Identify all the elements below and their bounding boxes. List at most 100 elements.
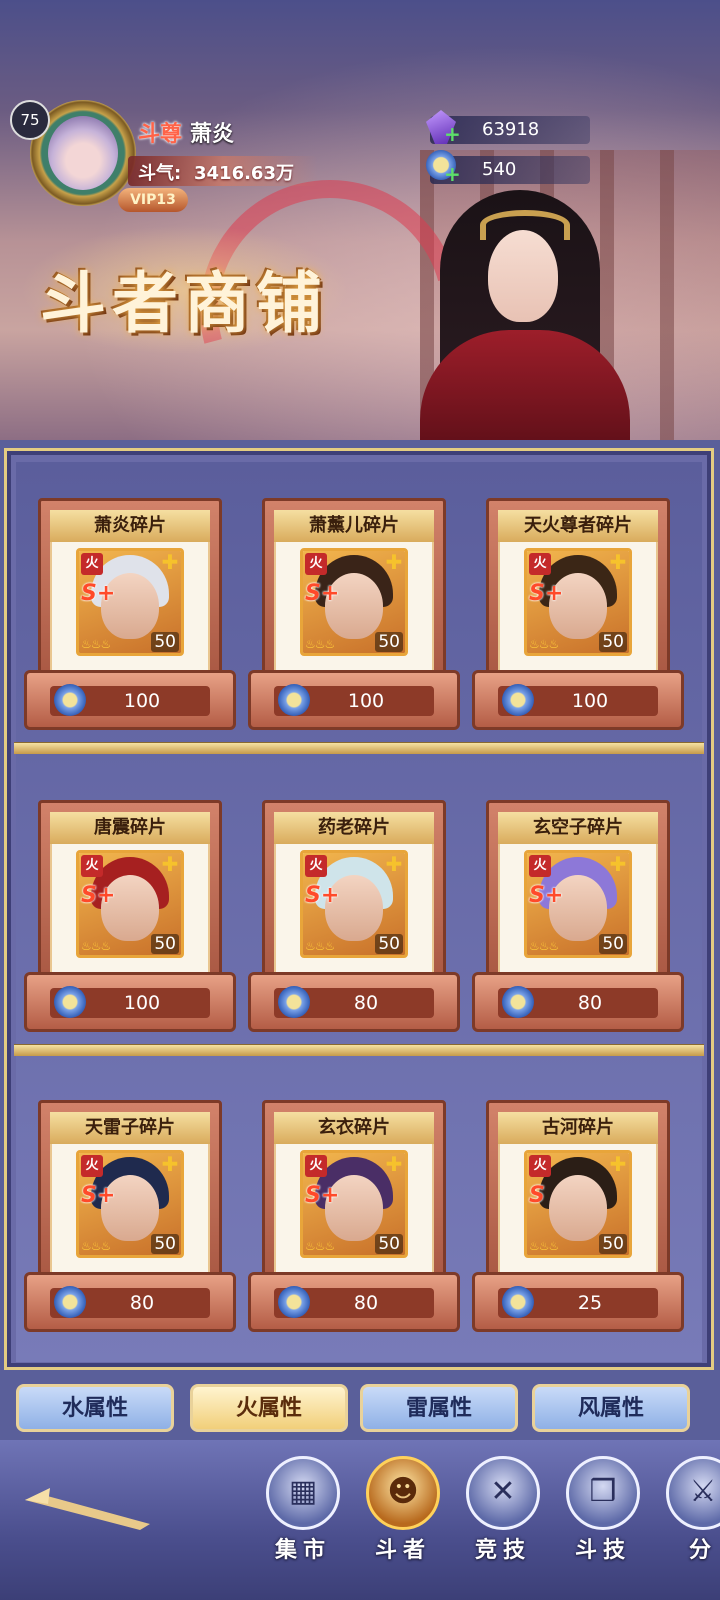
nav-label: 斗者 bbox=[374, 1538, 431, 1563]
rarity-label: S+ bbox=[305, 581, 340, 606]
shop-item[interactable]: 玄衣碎片 火 ✚ S+ ♨♨♨ 50 80 bbox=[248, 1094, 460, 1344]
rarity-label: S+ bbox=[305, 1183, 340, 1208]
shopkeeper-character bbox=[400, 170, 640, 440]
add-gem-icon[interactable]: + bbox=[444, 124, 461, 144]
attribute-tab[interactable]: 雷属性 bbox=[360, 1384, 518, 1432]
shard-corner-icon: ✚ bbox=[609, 550, 627, 574]
hero-portrait[interactable]: 火 ✚ S+ ♨♨♨ 50 bbox=[524, 850, 632, 958]
hero-portrait[interactable]: 火 ✚ S+ ♨♨♨ 50 bbox=[524, 548, 632, 656]
player-rank: 斗尊 bbox=[138, 122, 183, 147]
player-level-badge: 75 bbox=[10, 100, 50, 140]
nav-button[interactable]: ⚔ 分 bbox=[662, 1456, 720, 1576]
shop-item[interactable]: 唐震碎片 火 ✚ S+ ♨♨♨ 50 100 bbox=[24, 794, 236, 1044]
hero-portrait[interactable]: 火 ✚ S+ ♨♨♨ 50 bbox=[76, 548, 184, 656]
fighter-icon: ☻ bbox=[387, 1474, 419, 1509]
flame-stars-icon: ♨♨♨ bbox=[305, 1239, 335, 1253]
rarity-label: S+ bbox=[529, 581, 564, 606]
power-value: 3416.63万 bbox=[194, 163, 294, 184]
hero-portrait[interactable]: 火 ✚ S ♨♨♨ 50 bbox=[524, 1150, 632, 1258]
shard-corner-icon: ✚ bbox=[609, 1152, 627, 1176]
flame-stars-icon: ♨♨♨ bbox=[529, 939, 559, 953]
fire-element-badge: 火 bbox=[81, 855, 103, 877]
rarity-label: S bbox=[529, 1183, 545, 1208]
star-coin-icon bbox=[54, 684, 86, 716]
item-name: 唐震碎片 bbox=[50, 812, 210, 844]
flame-stars-icon: ♨♨♨ bbox=[81, 939, 111, 953]
portrait-face bbox=[549, 1175, 607, 1241]
flame-stars-icon: ♨♨♨ bbox=[81, 637, 111, 651]
flame-stars-icon: ♨♨♨ bbox=[81, 1239, 111, 1253]
item-name: 萧薰儿碎片 bbox=[274, 510, 434, 542]
partial-nav-icon: ⚔ bbox=[689, 1474, 717, 1509]
fire-element-badge: 火 bbox=[305, 1155, 327, 1177]
character-crown bbox=[480, 210, 570, 240]
flame-stars-icon: ♨♨♨ bbox=[529, 637, 559, 651]
item-name: 萧炎碎片 bbox=[50, 510, 210, 542]
hero-portrait[interactable]: 火 ✚ S+ ♨♨♨ 50 bbox=[300, 850, 408, 958]
hero-portrait[interactable]: 火 ✚ S+ ♨♨♨ 50 bbox=[76, 1150, 184, 1258]
hero-portrait[interactable]: 火 ✚ S+ ♨♨♨ 50 bbox=[300, 548, 408, 656]
nav-button[interactable]: ☻ 斗者 bbox=[362, 1456, 444, 1576]
attribute-tab[interactable]: 水属性 bbox=[16, 1384, 174, 1432]
item-name: 天火尊者碎片 bbox=[498, 510, 658, 542]
shard-corner-icon: ✚ bbox=[161, 852, 179, 876]
avatar-portrait bbox=[48, 116, 118, 190]
shard-corner-icon: ✚ bbox=[609, 852, 627, 876]
attribute-tab[interactable]: 风属性 bbox=[532, 1384, 690, 1432]
item-name: 玄空子碎片 bbox=[498, 812, 658, 844]
shelf-board bbox=[14, 742, 704, 754]
skill-book-icon: ❒ bbox=[589, 1474, 617, 1509]
rarity-label: S+ bbox=[529, 883, 564, 908]
shop-item[interactable]: 天雷子碎片 火 ✚ S+ ♨♨♨ 50 80 bbox=[24, 1094, 236, 1344]
item-name: 玄衣碎片 bbox=[274, 1112, 434, 1144]
shard-count: 50 bbox=[599, 934, 627, 954]
star-coin-icon bbox=[278, 684, 310, 716]
coin-currency[interactable]: + 540 bbox=[426, 150, 590, 184]
star-coin-icon bbox=[278, 986, 310, 1018]
flame-stars-icon: ♨♨♨ bbox=[305, 637, 335, 651]
star-coin-icon bbox=[502, 684, 534, 716]
character-face bbox=[488, 230, 558, 322]
nav-label: 分 bbox=[688, 1538, 717, 1563]
arena-icon: ✕ bbox=[490, 1474, 516, 1509]
fire-element-badge: 火 bbox=[529, 1155, 551, 1177]
add-coin-icon[interactable]: + bbox=[444, 164, 461, 184]
power-label: 斗气: bbox=[138, 163, 182, 184]
star-coin-icon bbox=[502, 986, 534, 1018]
shop-item[interactable]: 药老碎片 火 ✚ S+ ♨♨♨ 50 80 bbox=[248, 794, 460, 1044]
star-coin-icon bbox=[502, 1286, 534, 1318]
fire-element-badge: 火 bbox=[529, 855, 551, 877]
shard-count: 50 bbox=[151, 632, 179, 652]
shop-item[interactable]: 萧炎碎片 火 ✚ S+ ♨♨♨ 50 100 bbox=[24, 492, 236, 742]
shard-count: 50 bbox=[375, 632, 403, 652]
vip-badge[interactable]: VIP13 bbox=[118, 188, 188, 212]
nav-button[interactable]: ✕ 竞技 bbox=[462, 1456, 544, 1576]
shard-corner-icon: ✚ bbox=[385, 550, 403, 574]
nav-label: 竞技 bbox=[474, 1538, 531, 1563]
shelf-board bbox=[14, 1044, 704, 1056]
shop-item[interactable]: 古河碎片 火 ✚ S ♨♨♨ 50 25 bbox=[472, 1094, 684, 1344]
nav-button[interactable]: ▦ 集市 bbox=[262, 1456, 344, 1576]
shard-count: 50 bbox=[599, 632, 627, 652]
attribute-tab[interactable]: 火属性 bbox=[190, 1384, 348, 1432]
back-arrow-icon[interactable] bbox=[20, 1480, 160, 1540]
item-name: 古河碎片 bbox=[498, 1112, 658, 1144]
nav-button[interactable]: ❒ 斗技 bbox=[562, 1456, 644, 1576]
flame-stars-icon: ♨♨♨ bbox=[305, 939, 335, 953]
hero-portrait[interactable]: 火 ✚ S+ ♨♨♨ 50 bbox=[300, 1150, 408, 1258]
fire-element-badge: 火 bbox=[305, 855, 327, 877]
fire-element-badge: 火 bbox=[81, 1155, 103, 1177]
coin-amount: 540 bbox=[482, 159, 517, 180]
shop-item[interactable]: 萧薰儿碎片 火 ✚ S+ ♨♨♨ 50 100 bbox=[248, 492, 460, 742]
shop-item[interactable]: 玄空子碎片 火 ✚ S+ ♨♨♨ 50 80 bbox=[472, 794, 684, 1044]
star-coin-icon bbox=[278, 1286, 310, 1318]
rarity-label: S+ bbox=[81, 883, 116, 908]
gem-currency[interactable]: + 63918 bbox=[426, 110, 590, 144]
flame-stars-icon: ♨♨♨ bbox=[529, 1239, 559, 1253]
shard-count: 50 bbox=[151, 1234, 179, 1254]
hero-portrait[interactable]: 火 ✚ S+ ♨♨♨ 50 bbox=[76, 850, 184, 958]
shard-corner-icon: ✚ bbox=[161, 550, 179, 574]
shop-item[interactable]: 天火尊者碎片 火 ✚ S+ ♨♨♨ 50 100 bbox=[472, 492, 684, 742]
shard-count: 50 bbox=[375, 934, 403, 954]
player-name: 萧炎 bbox=[190, 122, 235, 147]
